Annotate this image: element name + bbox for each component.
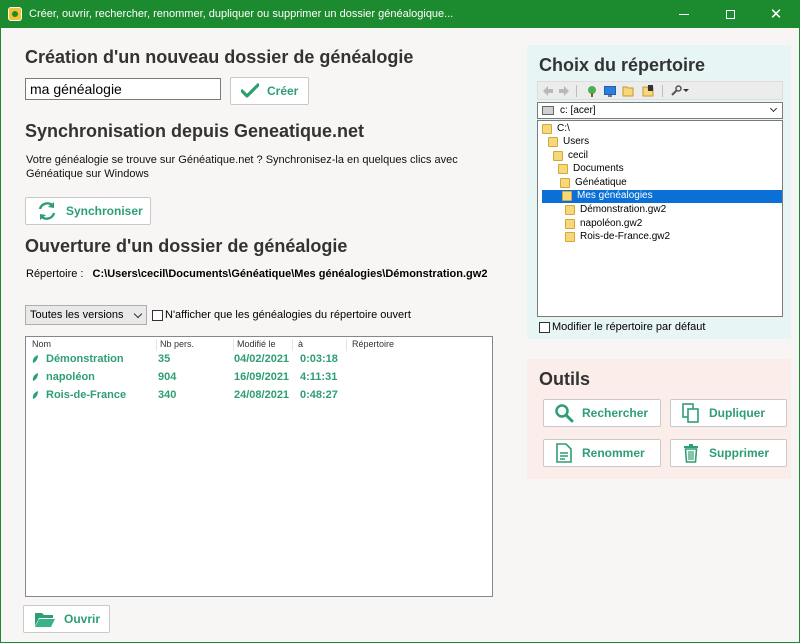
new-folder-icon[interactable] (642, 85, 654, 97)
rename-button-label: Renommer (582, 446, 645, 460)
window-title: Créer, ouvrir, rechercher, renommer, dup… (29, 8, 454, 20)
drive-select[interactable]: c: [acer] (537, 102, 783, 119)
checkmark-icon (241, 83, 259, 98)
search-button[interactable]: Rechercher (543, 399, 661, 427)
leaf-icon (32, 391, 38, 399)
duplicate-button[interactable]: Dupliquer (670, 399, 787, 427)
list-row[interactable]: Rois-de-France 340 24/08/2021 0:48:27 (26, 387, 492, 405)
open-button-label: Ouvrir (64, 612, 101, 626)
folder-icon (565, 219, 575, 229)
column-name[interactable]: Nom (32, 339, 51, 349)
minimize-icon (679, 14, 689, 15)
duplicate-icon (682, 403, 699, 423)
drive-icon (542, 106, 554, 115)
row-time: 0:48:27 (300, 389, 338, 401)
row-date: 24/08/2021 (234, 389, 290, 401)
folder-icon (565, 232, 575, 242)
delete-button-label: Supprimer (709, 446, 770, 460)
sync-heading: Synchronisation depuis Geneatique.net (25, 121, 365, 141)
folder-icon (558, 164, 568, 174)
app-logo-icon (8, 7, 22, 21)
filter-checkbox[interactable] (152, 309, 163, 321)
folder-icon (553, 151, 563, 161)
repository-path: C:\Users\cecil\Documents\Généatique\Mes … (92, 268, 488, 280)
open-heading: Ouverture d'un dossier de généalogie (25, 236, 348, 256)
directory-tree[interactable]: C:\ Users cecil Documents Généatique Mes… (537, 120, 783, 317)
repository-label: Répertoire : (26, 268, 84, 280)
row-name: Rois-de-France (46, 389, 127, 401)
folder-open-icon (35, 613, 55, 627)
folder-icon[interactable] (622, 85, 634, 97)
column-modified[interactable]: Modifié le (237, 339, 276, 349)
directory-toolbar (537, 81, 783, 100)
row-count: 904 (158, 371, 177, 383)
genealogy-name-input[interactable] (25, 78, 221, 100)
default-dir-checkbox-label: Modifier le répertoire par défaut (552, 321, 706, 333)
tools-heading: Outils (539, 369, 591, 389)
tree-icon[interactable] (586, 85, 598, 97)
version-select-value: Toutes les versions (30, 309, 124, 321)
trash-icon (684, 444, 698, 463)
main-window: Créer, ouvrir, rechercher, renommer, dup… (0, 0, 800, 643)
row-date: 04/02/2021 (234, 353, 290, 365)
open-button[interactable]: Ouvrir (23, 605, 110, 633)
drive-select-value: c: [acer] (560, 105, 596, 116)
close-button[interactable]: ✕ (753, 1, 799, 28)
create-button-label: Créer (267, 84, 299, 98)
maximize-icon (725, 10, 735, 19)
duplicate-button-label: Dupliquer (709, 406, 765, 420)
folder-icon (548, 137, 558, 147)
rename-icon (556, 443, 572, 463)
back-arrow-icon[interactable] (542, 85, 554, 97)
list-row[interactable]: napoléon 904 16/09/2021 4:11:31 (26, 369, 492, 387)
row-name: napoléon (46, 371, 95, 383)
chevron-down-icon (133, 309, 143, 319)
sync-description: Votre généalogie se trouve sur Généatiqu… (26, 154, 458, 180)
version-select[interactable]: Toutes les versions (25, 305, 147, 325)
folder-icon (565, 205, 575, 215)
close-icon: ✕ (769, 6, 783, 23)
folder-icon (560, 178, 570, 188)
row-date: 16/09/2021 (234, 371, 290, 383)
search-icon (555, 404, 574, 423)
maximize-button[interactable] (707, 1, 753, 28)
folder-icon (542, 124, 552, 134)
search-button-label: Rechercher (582, 406, 649, 420)
tools-icon[interactable] (670, 85, 682, 97)
row-time: 4:11:31 (300, 371, 338, 383)
title-bar[interactable]: Créer, ouvrir, rechercher, renommer, dup… (1, 1, 799, 28)
default-dir-checkbox[interactable] (539, 321, 550, 333)
row-count: 35 (158, 353, 171, 365)
minimize-button[interactable] (661, 1, 707, 28)
list-header: Nom Nb pers. Modifié le à Répertoire (26, 339, 492, 351)
folder-icon (562, 191, 572, 201)
leaf-icon (32, 355, 38, 363)
sync-icon (38, 202, 56, 220)
sync-button-label: Synchroniser (66, 204, 143, 218)
filter-checkbox-label: N'afficher que les généalogies du répert… (165, 309, 411, 321)
rename-button[interactable]: Renommer (543, 439, 661, 467)
directory-heading: Choix du répertoire (539, 55, 706, 75)
create-heading: Création d'un nouveau dossier de généalo… (25, 47, 414, 67)
column-time[interactable]: à (298, 339, 303, 349)
row-count: 340 (158, 389, 177, 401)
leaf-icon (32, 373, 38, 381)
genealogy-list[interactable]: Nom Nb pers. Modifié le à Répertoire Dém… (25, 336, 493, 597)
row-name: Démonstration (46, 353, 124, 365)
chevron-down-icon[interactable] (683, 88, 689, 94)
row-time: 0:03:18 (300, 353, 338, 365)
repository-line: Répertoire : C:\Users\cecil\Documents\Gé… (26, 268, 487, 280)
monitor-icon[interactable] (604, 85, 616, 97)
forward-arrow-icon[interactable] (558, 85, 570, 97)
delete-button[interactable]: Supprimer (670, 439, 787, 467)
list-row[interactable]: Démonstration 35 04/02/2021 0:03:18 (26, 351, 492, 369)
column-directory[interactable]: Répertoire (352, 339, 394, 349)
create-button[interactable]: Créer (230, 77, 309, 105)
filter-checkbox-row[interactable]: N'afficher que les généalogies du répert… (152, 309, 411, 321)
default-dir-checkbox-row[interactable]: Modifier le répertoire par défaut (539, 321, 705, 333)
chevron-down-icon (769, 104, 778, 113)
column-count[interactable]: Nb pers. (160, 339, 194, 349)
sync-button[interactable]: Synchroniser (25, 197, 151, 225)
